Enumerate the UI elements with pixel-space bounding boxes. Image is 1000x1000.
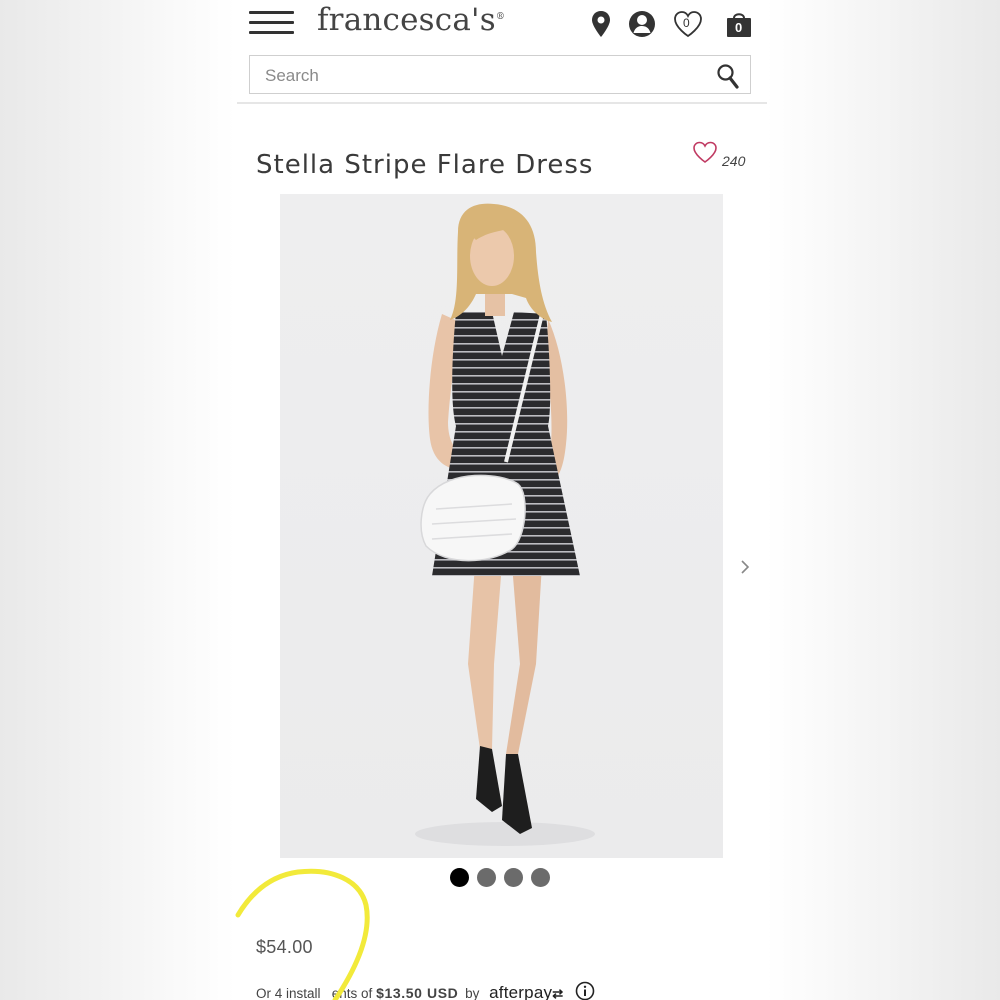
bag-button[interactable]: 0: [723, 8, 755, 40]
carousel-dot[interactable]: [531, 868, 550, 887]
product-page: francesca's® 0 0 Search Stella Stripe Fl…: [237, 0, 767, 1000]
installment-suffix: ents of: [331, 986, 373, 1000]
account-icon[interactable]: [626, 8, 658, 40]
wishlist-count: 0: [683, 16, 690, 30]
carousel-dots: [450, 868, 560, 888]
afterpay-logo[interactable]: afterpay⇄: [489, 983, 563, 1000]
bag-count: 0: [735, 20, 743, 35]
carousel-dot[interactable]: [450, 868, 469, 887]
carousel-dot[interactable]: [504, 868, 523, 887]
brand-logo[interactable]: francesca's®: [317, 2, 505, 38]
installment-by: by: [465, 986, 480, 1000]
favorite-heart-icon[interactable]: [692, 140, 718, 164]
installment-amount: $13.50 USD: [376, 985, 459, 1000]
installment-obscured: m: [321, 986, 332, 1000]
carousel-dot[interactable]: [477, 868, 496, 887]
afterpay-installments: Or 4 installments of $13.50 USD by after…: [256, 981, 595, 1000]
chevron-right-icon[interactable]: [738, 558, 752, 576]
search-icon[interactable]: [716, 63, 740, 89]
hamburger-menu-icon[interactable]: [249, 11, 294, 35]
installment-prefix: Or 4 install: [256, 986, 321, 1000]
site-header: francesca's® 0 0: [237, 0, 767, 50]
product-image[interactable]: [280, 194, 723, 858]
favorites-count: 240: [722, 153, 746, 169]
model-photo: [415, 203, 595, 846]
product-price: $54.00: [256, 937, 313, 957]
search-input[interactable]: [250, 56, 707, 95]
product-title: Stella Stripe Flare Dress: [256, 150, 594, 181]
header-divider: [237, 102, 767, 104]
info-icon[interactable]: [575, 981, 595, 1000]
search-bar: [249, 55, 751, 95]
wishlist-button[interactable]: 0: [672, 8, 704, 40]
location-pin-icon[interactable]: [585, 8, 617, 40]
